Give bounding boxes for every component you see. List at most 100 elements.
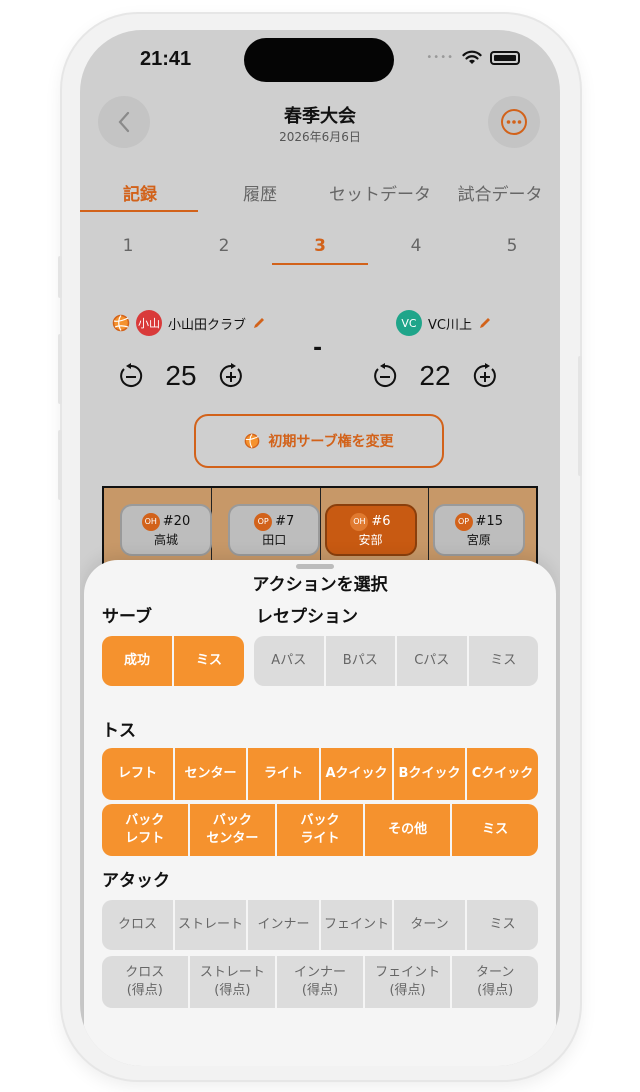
attack-cross-button[interactable]: クロス bbox=[102, 900, 173, 950]
button-line: (得点) bbox=[301, 983, 339, 998]
button-line: レフト bbox=[125, 831, 165, 846]
volume-up-side-button bbox=[58, 256, 62, 298]
reception-a-pass-button[interactable]: Aパス bbox=[254, 636, 324, 686]
set-tab-2[interactable]: 2 bbox=[176, 236, 272, 256]
home-team-avatar: 小山 bbox=[136, 310, 162, 336]
wifi-icon bbox=[462, 50, 482, 64]
toss-a-quick-button[interactable]: Aクイック bbox=[321, 748, 392, 800]
undo-decrement-icon[interactable] bbox=[370, 361, 400, 391]
serve-buttons: 成功 ミス bbox=[102, 636, 244, 686]
tab-active-indicator bbox=[80, 210, 198, 212]
action-sheet: アクションを選択 サーブ レセプション 成功 ミス Aパス Bパス Cパス ミス… bbox=[84, 560, 556, 1066]
attack-feint-button[interactable]: フェイント bbox=[321, 900, 392, 950]
reception-section-label: レセプション bbox=[256, 607, 358, 627]
attack-turn-button[interactable]: ターン bbox=[394, 900, 465, 950]
attack-straight-button[interactable]: ストレート bbox=[175, 900, 246, 950]
player-card[interactable]: OP #15 宮原 bbox=[432, 504, 525, 556]
set-selector: 1 2 3 4 5 bbox=[80, 236, 560, 256]
button-line: フェイント bbox=[375, 965, 441, 981]
change-initial-serve-button[interactable]: 初期サーブ権を変更 bbox=[194, 414, 444, 468]
change-serve-label: 初期サーブ権を変更 bbox=[268, 434, 394, 450]
player-name: 田口 bbox=[262, 532, 287, 547]
away-team-avatar: VC bbox=[396, 310, 422, 336]
home-score-controls: 25 bbox=[116, 360, 246, 392]
volleyball-icon bbox=[245, 433, 260, 449]
toss-back-right-button[interactable]: バック ライト bbox=[277, 804, 363, 856]
sheet-drag-handle[interactable] bbox=[296, 564, 334, 569]
set-tab-3[interactable]: 3 bbox=[272, 236, 368, 256]
attack-buttons-row2: クロス (得点) ストレート (得点) インナー (得点) フェイント (得点) ターン… bbox=[102, 956, 538, 1008]
reception-miss-button[interactable]: ミス bbox=[468, 636, 538, 686]
player-number: #15 bbox=[475, 514, 503, 529]
set-tab-5[interactable]: 5 bbox=[464, 236, 560, 256]
match-date: 2026年6月6日 bbox=[279, 130, 361, 144]
app-screen: 21:41 •••• 春季大会 2026年6月6日 記録 履歴 セットデータ 試… bbox=[80, 30, 560, 1066]
score-separator: - bbox=[313, 336, 323, 361]
button-line: (得点) bbox=[126, 983, 163, 998]
pencil-edit-icon[interactable] bbox=[252, 316, 266, 330]
silent-side-button bbox=[58, 430, 62, 500]
toss-c-quick-button[interactable]: Cクイック bbox=[467, 748, 538, 800]
button-line: センター bbox=[206, 831, 259, 846]
status-icons: •••• bbox=[426, 50, 520, 65]
player-number: #7 bbox=[275, 514, 295, 529]
sheet-title: アクションを選択 bbox=[252, 575, 388, 595]
attack-cross-point-button[interactable]: クロス (得点) bbox=[102, 956, 188, 1008]
player-name: 宮原 bbox=[466, 532, 491, 547]
position-badge: OP bbox=[254, 512, 273, 531]
reception-b-pass-button[interactable]: Bパス bbox=[325, 636, 395, 686]
set-tab-4[interactable]: 4 bbox=[368, 236, 464, 256]
toss-miss-button[interactable]: ミス bbox=[452, 804, 538, 856]
attack-inner-point-button[interactable]: インナー (得点) bbox=[277, 956, 363, 1008]
serve-miss-button[interactable]: ミス bbox=[174, 636, 244, 686]
away-team-name: VC川上 bbox=[428, 317, 472, 333]
redo-increment-icon[interactable] bbox=[216, 361, 246, 391]
attack-turn-point-button[interactable]: ターン (得点) bbox=[452, 956, 538, 1008]
button-line: バック bbox=[212, 813, 252, 829]
ellipsis-circle-icon bbox=[501, 109, 527, 135]
tab-history[interactable]: 履歴 bbox=[200, 180, 320, 214]
attack-straight-point-button[interactable]: ストレート (得点) bbox=[189, 956, 276, 1008]
position-badge: OH bbox=[350, 512, 369, 531]
redo-increment-icon[interactable] bbox=[470, 361, 500, 391]
attack-feint-point-button[interactable]: フェイント (得点) bbox=[364, 956, 451, 1008]
tab-set-data[interactable]: セットデータ bbox=[320, 180, 440, 214]
dynamic-island bbox=[244, 38, 394, 82]
status-time: 21:41 bbox=[140, 48, 192, 70]
button-line: (得点) bbox=[214, 983, 251, 998]
battery-icon bbox=[490, 50, 520, 65]
main-tabs: 記録 履歴 セットデータ 試合データ bbox=[80, 180, 560, 214]
button-line: (得点) bbox=[477, 983, 514, 998]
reception-buttons: Aパス Bパス Cパス ミス bbox=[254, 636, 538, 686]
serve-success-button[interactable]: 成功 bbox=[102, 636, 172, 686]
toss-center-button[interactable]: センター bbox=[175, 748, 246, 800]
home-team: 小山 小山田クラブ bbox=[112, 310, 266, 336]
more-options-button[interactable] bbox=[488, 96, 540, 148]
toss-left-button[interactable]: レフト bbox=[102, 748, 173, 800]
attack-miss-button[interactable]: ミス bbox=[467, 900, 538, 950]
set-tab-1[interactable]: 1 bbox=[80, 236, 176, 256]
toss-back-left-button[interactable]: バック レフト bbox=[102, 804, 188, 856]
player-card[interactable]: OH #20 高城 bbox=[120, 504, 212, 556]
toss-b-quick-button[interactable]: Bクイック bbox=[394, 748, 465, 800]
undo-decrement-icon[interactable] bbox=[116, 361, 146, 391]
button-line: クロス bbox=[125, 965, 165, 981]
away-team: VC VC川上 bbox=[396, 310, 492, 336]
set-active-indicator bbox=[272, 263, 368, 265]
toss-buttons-row2: バック レフト バックセンター バック ライト その他 ミス bbox=[102, 804, 538, 856]
toss-right-button[interactable]: ライト bbox=[248, 748, 319, 800]
player-card-selected[interactable]: OH #6 安部 bbox=[324, 504, 417, 556]
reception-c-pass-button[interactable]: Cパス bbox=[397, 636, 467, 686]
attack-inner-button[interactable]: インナー bbox=[248, 900, 319, 950]
away-score-controls: 22 bbox=[370, 360, 500, 392]
toss-section-label: トス bbox=[102, 721, 136, 741]
tab-match-data[interactable]: 試合データ bbox=[440, 180, 560, 214]
tab-record[interactable]: 記録 bbox=[80, 180, 200, 214]
attack-buttons-row1: クロス ストレート インナー フェイント ターン ミス bbox=[102, 900, 538, 950]
pencil-edit-icon[interactable] bbox=[478, 316, 492, 330]
toss-other-button[interactable]: その他 bbox=[364, 804, 451, 856]
toss-back-center-button[interactable]: バック センター bbox=[189, 804, 276, 856]
player-name: 安部 bbox=[358, 532, 383, 547]
button-line: ストレート bbox=[199, 965, 265, 981]
player-card[interactable]: OP #7 田口 bbox=[228, 504, 321, 556]
